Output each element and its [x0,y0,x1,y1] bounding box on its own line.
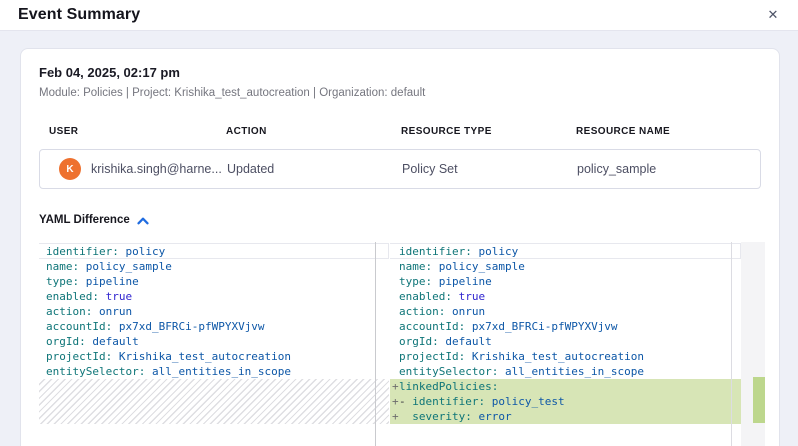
resource-name-cell: policy_sample [577,162,760,176]
diff-code-line: action: onrun [390,304,741,319]
modal-header: Event Summary ✕ [0,0,798,31]
original-yaml-code: identifier: policyname: policy_sampletyp… [39,242,390,379]
event-card: Feb 04, 2025, 02:17 pm Module: Policies … [20,48,780,446]
close-icon[interactable]: ✕ [764,6,782,24]
resource-type-cell: Policy Set [402,162,577,176]
column-header-action: ACTION [226,126,401,137]
yaml-difference-header: YAML Difference [39,210,761,230]
diff-code-line: projectId: Krishika_test_autocreation [390,349,741,364]
diff-code-line: entitySelector: all_entities_in_scope [390,364,741,379]
action-cell: Updated [227,162,402,176]
diff-added-line: +linkedPolicies: [390,379,741,394]
user-cell: K krishika.singh@harne... [40,158,227,180]
diff-code-line: orgId: default [390,334,741,349]
event-meta: Module: Policies | Project: Krishika_tes… [39,87,761,99]
column-header-resource-type: RESOURCE TYPE [401,126,576,137]
diff-code-line: projectId: Krishika_test_autocreation [39,349,390,364]
chevron-up-icon[interactable] [137,212,149,230]
scrollbar-track-edge [731,242,732,446]
diff-code-line: action: onrun [39,304,390,319]
table-header: USERACTIONRESOURCE TYPERESOURCE NAME [39,126,761,137]
added-lines-marker [753,377,765,423]
event-timestamp: Feb 04, 2025, 02:17 pm [39,65,761,80]
diff-code-line: enabled: true [39,289,390,304]
user-email: krishika.singh@harne... [91,162,222,176]
diff-added-line: + severity: error [390,409,741,424]
diff-splitter[interactable] [375,242,376,446]
yaml-difference-label: YAML Difference [39,214,130,226]
diff-code-line: name: policy_sample [390,259,741,274]
diff-code-line: identifier: policy [39,244,390,259]
diff-code-line: entitySelector: all_entities_in_scope [39,364,390,379]
overview-ruler[interactable] [741,242,765,446]
diff-empty-placeholder [39,379,389,424]
diff-code-line: accountId: px7xd_BFRCi-pfWPYXVjvw [39,319,390,334]
diff-code-line: enabled: true [390,289,741,304]
diff-pane-original[interactable]: identifier: policyname: policy_sampletyp… [39,242,390,446]
column-header-user: USER [39,126,226,137]
diff-code-line: orgId: default [39,334,390,349]
yaml-diff-editor[interactable]: identifier: policyname: policy_sampletyp… [39,242,765,446]
page-title: Event Summary [18,6,140,24]
modified-yaml-code: identifier: policyname: policy_sampletyp… [390,242,741,424]
diff-code-line: type: pipeline [390,274,741,289]
diff-added-line: +- identifier: policy_test [390,394,741,409]
table-row: K krishika.singh@harne... Updated Policy… [39,149,761,189]
diff-code-line: accountId: px7xd_BFRCi-pfWPYXVjvw [390,319,741,334]
column-header-resource-name: RESOURCE NAME [576,126,761,137]
diff-pane-modified[interactable]: identifier: policyname: policy_sampletyp… [390,242,741,446]
avatar: K [59,158,81,180]
diff-code-line: name: policy_sample [39,259,390,274]
diff-code-line: type: pipeline [39,274,390,289]
diff-code-line: identifier: policy [390,244,741,259]
